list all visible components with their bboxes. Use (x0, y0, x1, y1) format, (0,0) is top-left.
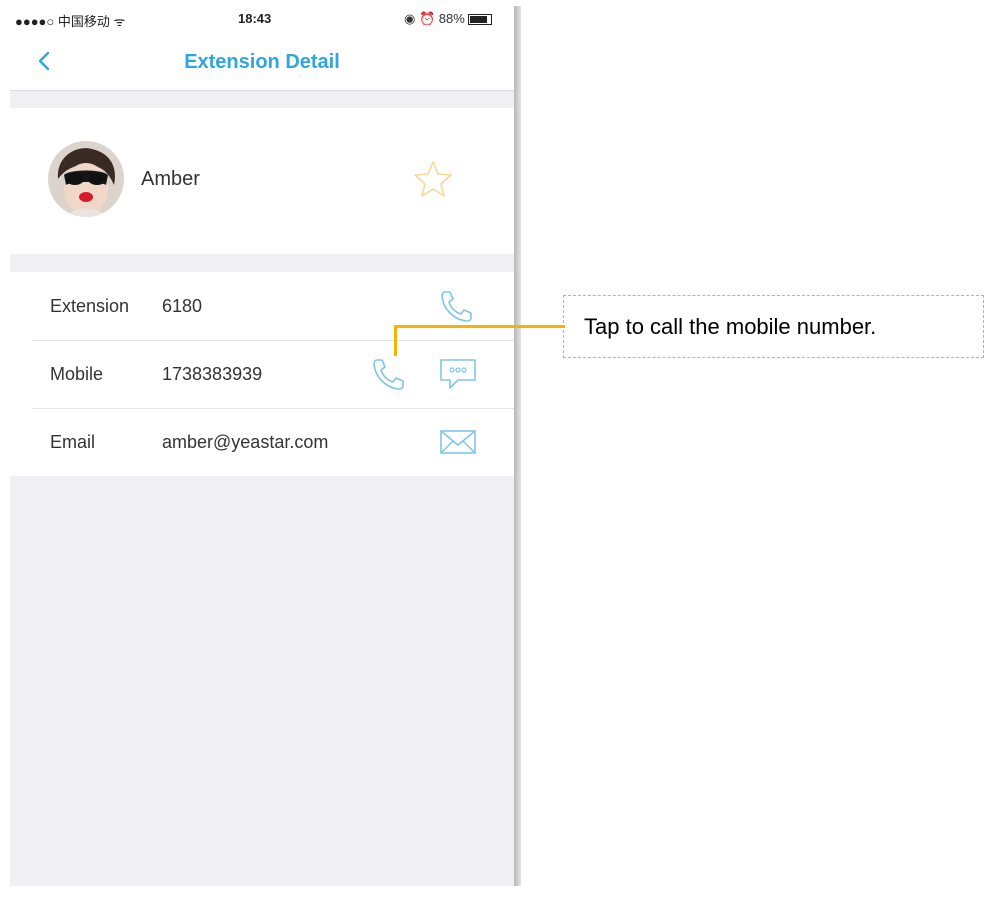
phone-icon (441, 291, 472, 322)
status-time: 18:43 (238, 11, 272, 26)
detail-row-email: Email amber@yeastar.com (10, 408, 514, 476)
message-mobile-button[interactable] (438, 356, 478, 397)
contact-name: Amber (141, 168, 200, 190)
battery-icon (468, 14, 493, 26)
callout-leader-line (394, 325, 397, 356)
detail-value: 6180 (162, 296, 203, 316)
detail-row-mobile: Mobile 1738383939 (10, 340, 514, 408)
avatar-photo (48, 141, 124, 217)
detail-row-extension: Extension 6180 (10, 272, 514, 340)
favorite-button[interactable] (412, 158, 454, 200)
callout-leader-line (394, 325, 565, 328)
annotation-callout: Tap to call the mobile number. (563, 295, 984, 358)
contact-details-list: Extension 6180 Mobile 1738383939 Email a… (10, 272, 514, 476)
star-icon (414, 161, 452, 197)
detail-value: 1738383939 (162, 364, 263, 384)
mail-icon (440, 430, 476, 454)
page-title: Extension Detail (184, 51, 340, 73)
send-email-button[interactable] (438, 426, 478, 463)
detail-label: Email (50, 432, 96, 452)
detail-value: amber@yeastar.com (162, 432, 329, 452)
detail-label: Mobile (50, 364, 104, 384)
chat-icon (440, 359, 476, 389)
phone-edge-shadow (514, 6, 521, 886)
call-mobile-button[interactable] (368, 354, 408, 399)
callout-text: Tap to call the mobile number. (584, 314, 877, 339)
status-right: ◉ ⏰ 88% (404, 11, 493, 27)
navigation-bar: Extension Detail (10, 34, 514, 91)
contact-header: Amber (10, 108, 514, 254)
status-bar: ●●●●○ 中国移动 ᯤ 18:43 ◉ ⏰ 88% (10, 0, 514, 34)
phone-screen: ●●●●○ 中国移动 ᯤ 18:43 ◉ ⏰ 88% Extension Det… (10, 0, 514, 886)
avatar (48, 141, 124, 217)
detail-label: Extension (50, 296, 130, 316)
phone-icon (373, 359, 404, 390)
carrier-signal: ●●●●○ 中国移动 ᯤ (15, 14, 126, 29)
